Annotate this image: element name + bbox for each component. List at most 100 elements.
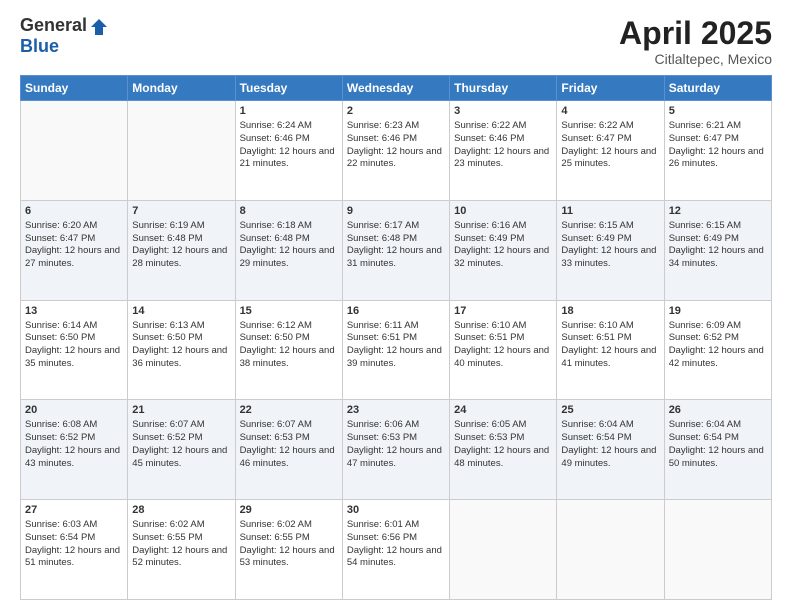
daylight-text: Daylight: 12 hours and 45 minutes.	[132, 445, 230, 471]
col-friday: Friday	[557, 76, 664, 101]
calendar-header-row: Sunday Monday Tuesday Wednesday Thursday…	[21, 76, 772, 101]
daylight-text: Daylight: 12 hours and 41 minutes.	[561, 345, 659, 371]
sunset-text: Sunset: 6:56 PM	[347, 532, 445, 545]
calendar-cell: 14Sunrise: 6:13 AMSunset: 6:50 PMDayligh…	[128, 300, 235, 400]
day-number: 12	[669, 204, 767, 219]
daylight-text: Daylight: 12 hours and 50 minutes.	[669, 445, 767, 471]
calendar-cell: 25Sunrise: 6:04 AMSunset: 6:54 PMDayligh…	[557, 400, 664, 500]
day-number: 26	[669, 403, 767, 418]
daylight-text: Daylight: 12 hours and 51 minutes.	[25, 545, 123, 571]
daylight-text: Daylight: 12 hours and 36 minutes.	[132, 345, 230, 371]
calendar-cell	[21, 101, 128, 201]
page: General Blue April 2025 Citlaltepec, Mex…	[0, 0, 792, 612]
sunset-text: Sunset: 6:50 PM	[240, 332, 338, 345]
calendar-cell	[128, 101, 235, 201]
calendar-cell: 12Sunrise: 6:15 AMSunset: 6:49 PMDayligh…	[664, 200, 771, 300]
sunrise-text: Sunrise: 6:01 AM	[347, 519, 445, 532]
title-block: April 2025 Citlaltepec, Mexico	[619, 16, 772, 67]
sunset-text: Sunset: 6:48 PM	[240, 233, 338, 246]
day-number: 2	[347, 104, 445, 119]
day-number: 14	[132, 304, 230, 319]
sunset-text: Sunset: 6:49 PM	[669, 233, 767, 246]
calendar-cell: 22Sunrise: 6:07 AMSunset: 6:53 PMDayligh…	[235, 400, 342, 500]
sunrise-text: Sunrise: 6:18 AM	[240, 220, 338, 233]
calendar-cell: 10Sunrise: 6:16 AMSunset: 6:49 PMDayligh…	[450, 200, 557, 300]
calendar-cell: 5Sunrise: 6:21 AMSunset: 6:47 PMDaylight…	[664, 101, 771, 201]
daylight-text: Daylight: 12 hours and 39 minutes.	[347, 345, 445, 371]
daylight-text: Daylight: 12 hours and 38 minutes.	[240, 345, 338, 371]
daylight-text: Daylight: 12 hours and 42 minutes.	[669, 345, 767, 371]
daylight-text: Daylight: 12 hours and 28 minutes.	[132, 245, 230, 271]
sunset-text: Sunset: 6:50 PM	[132, 332, 230, 345]
daylight-text: Daylight: 12 hours and 40 minutes.	[454, 345, 552, 371]
sunset-text: Sunset: 6:49 PM	[454, 233, 552, 246]
day-number: 20	[25, 403, 123, 418]
sunset-text: Sunset: 6:49 PM	[561, 233, 659, 246]
sunset-text: Sunset: 6:46 PM	[240, 133, 338, 146]
daylight-text: Daylight: 12 hours and 26 minutes.	[669, 146, 767, 172]
daylight-text: Daylight: 12 hours and 52 minutes.	[132, 545, 230, 571]
calendar-cell: 13Sunrise: 6:14 AMSunset: 6:50 PMDayligh…	[21, 300, 128, 400]
calendar-cell: 8Sunrise: 6:18 AMSunset: 6:48 PMDaylight…	[235, 200, 342, 300]
calendar-cell: 18Sunrise: 6:10 AMSunset: 6:51 PMDayligh…	[557, 300, 664, 400]
calendar-cell: 26Sunrise: 6:04 AMSunset: 6:54 PMDayligh…	[664, 400, 771, 500]
day-number: 23	[347, 403, 445, 418]
col-monday: Monday	[128, 76, 235, 101]
calendar-week-row: 1Sunrise: 6:24 AMSunset: 6:46 PMDaylight…	[21, 101, 772, 201]
location: Citlaltepec, Mexico	[619, 51, 772, 67]
calendar-cell: 3Sunrise: 6:22 AMSunset: 6:46 PMDaylight…	[450, 101, 557, 201]
daylight-text: Daylight: 12 hours and 54 minutes.	[347, 545, 445, 571]
daylight-text: Daylight: 12 hours and 48 minutes.	[454, 445, 552, 471]
calendar-cell: 6Sunrise: 6:20 AMSunset: 6:47 PMDaylight…	[21, 200, 128, 300]
sunset-text: Sunset: 6:53 PM	[454, 432, 552, 445]
daylight-text: Daylight: 12 hours and 25 minutes.	[561, 146, 659, 172]
daylight-text: Daylight: 12 hours and 23 minutes.	[454, 146, 552, 172]
sunset-text: Sunset: 6:51 PM	[454, 332, 552, 345]
sunrise-text: Sunrise: 6:06 AM	[347, 419, 445, 432]
sunset-text: Sunset: 6:48 PM	[347, 233, 445, 246]
sunset-text: Sunset: 6:51 PM	[561, 332, 659, 345]
sunset-text: Sunset: 6:55 PM	[240, 532, 338, 545]
header: General Blue April 2025 Citlaltepec, Mex…	[20, 16, 772, 67]
col-sunday: Sunday	[21, 76, 128, 101]
calendar-cell: 21Sunrise: 6:07 AMSunset: 6:52 PMDayligh…	[128, 400, 235, 500]
sunset-text: Sunset: 6:46 PM	[454, 133, 552, 146]
calendar-week-row: 6Sunrise: 6:20 AMSunset: 6:47 PMDaylight…	[21, 200, 772, 300]
calendar-cell: 7Sunrise: 6:19 AMSunset: 6:48 PMDaylight…	[128, 200, 235, 300]
daylight-text: Daylight: 12 hours and 29 minutes.	[240, 245, 338, 271]
sunrise-text: Sunrise: 6:22 AM	[454, 120, 552, 133]
sunset-text: Sunset: 6:51 PM	[347, 332, 445, 345]
calendar-cell: 23Sunrise: 6:06 AMSunset: 6:53 PMDayligh…	[342, 400, 449, 500]
daylight-text: Daylight: 12 hours and 32 minutes.	[454, 245, 552, 271]
calendar-cell: 4Sunrise: 6:22 AMSunset: 6:47 PMDaylight…	[557, 101, 664, 201]
day-number: 24	[454, 403, 552, 418]
sunset-text: Sunset: 6:50 PM	[25, 332, 123, 345]
calendar-cell: 2Sunrise: 6:23 AMSunset: 6:46 PMDaylight…	[342, 101, 449, 201]
calendar-week-row: 13Sunrise: 6:14 AMSunset: 6:50 PMDayligh…	[21, 300, 772, 400]
day-number: 19	[669, 304, 767, 319]
sunrise-text: Sunrise: 6:07 AM	[240, 419, 338, 432]
day-number: 4	[561, 104, 659, 119]
sunrise-text: Sunrise: 6:24 AM	[240, 120, 338, 133]
sunrise-text: Sunrise: 6:15 AM	[561, 220, 659, 233]
day-number: 22	[240, 403, 338, 418]
sunrise-text: Sunrise: 6:12 AM	[240, 320, 338, 333]
calendar-cell: 1Sunrise: 6:24 AMSunset: 6:46 PMDaylight…	[235, 101, 342, 201]
sunset-text: Sunset: 6:54 PM	[25, 532, 123, 545]
sunrise-text: Sunrise: 6:05 AM	[454, 419, 552, 432]
sunrise-text: Sunrise: 6:20 AM	[25, 220, 123, 233]
sunset-text: Sunset: 6:48 PM	[132, 233, 230, 246]
daylight-text: Daylight: 12 hours and 49 minutes.	[561, 445, 659, 471]
day-number: 10	[454, 204, 552, 219]
calendar-cell: 11Sunrise: 6:15 AMSunset: 6:49 PMDayligh…	[557, 200, 664, 300]
calendar-cell: 27Sunrise: 6:03 AMSunset: 6:54 PMDayligh…	[21, 500, 128, 600]
sunset-text: Sunset: 6:54 PM	[561, 432, 659, 445]
sunrise-text: Sunrise: 6:10 AM	[561, 320, 659, 333]
sunset-text: Sunset: 6:55 PM	[132, 532, 230, 545]
day-number: 27	[25, 503, 123, 518]
daylight-text: Daylight: 12 hours and 21 minutes.	[240, 146, 338, 172]
day-number: 1	[240, 104, 338, 119]
sunset-text: Sunset: 6:47 PM	[669, 133, 767, 146]
sunset-text: Sunset: 6:53 PM	[240, 432, 338, 445]
calendar-week-row: 27Sunrise: 6:03 AMSunset: 6:54 PMDayligh…	[21, 500, 772, 600]
